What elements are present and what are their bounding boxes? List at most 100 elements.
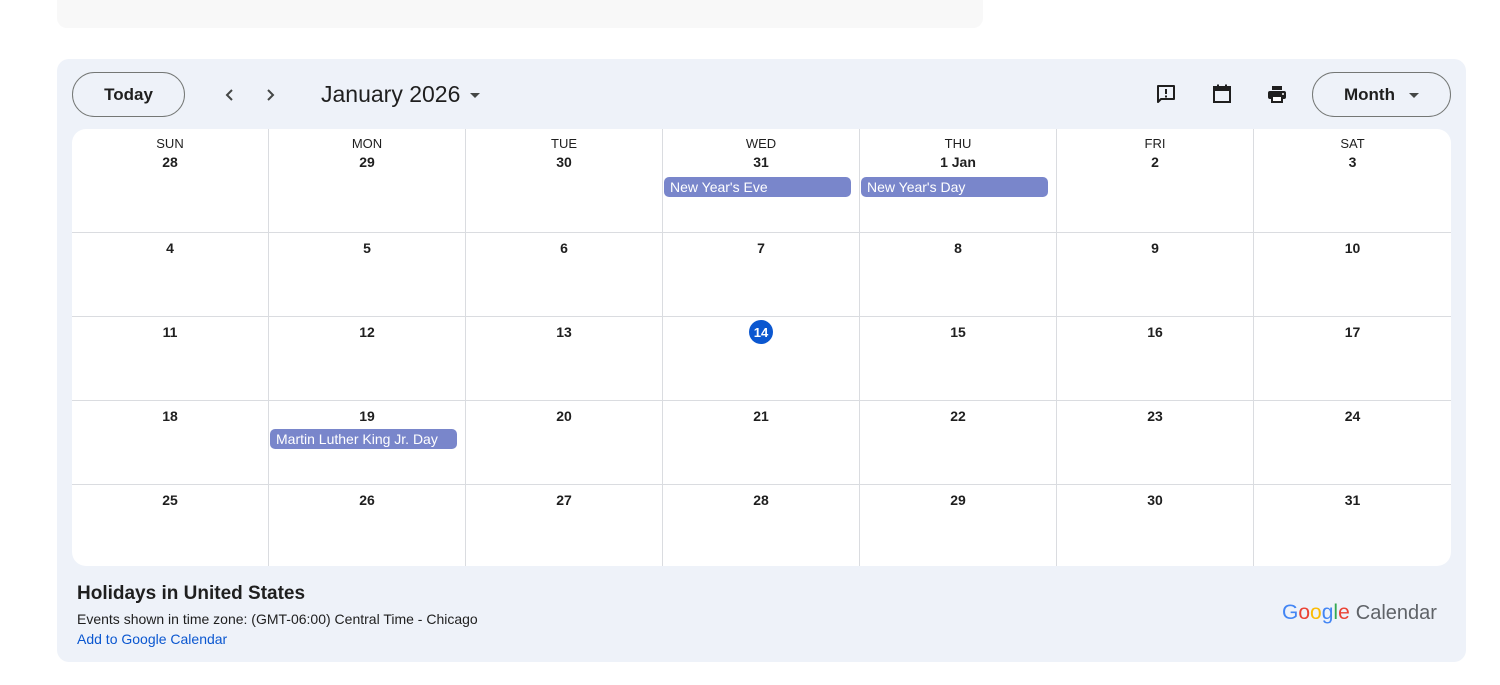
day-number: 5 bbox=[363, 240, 371, 256]
calendar-wordmark: Calendar bbox=[1355, 602, 1437, 624]
day-cell[interactable]: FRI 2 bbox=[1057, 129, 1254, 232]
weekday-label: THU bbox=[944, 136, 972, 151]
day-number: 24 bbox=[1344, 408, 1361, 424]
day-number: 13 bbox=[556, 324, 572, 340]
day-cell[interactable]: 13 bbox=[466, 317, 663, 400]
day-cell[interactable]: 21 bbox=[663, 401, 860, 484]
google-calendar-logo[interactable]: Google Calendar bbox=[1282, 601, 1437, 625]
day-cell[interactable]: 12 bbox=[269, 317, 466, 400]
timezone-text: Events shown in time zone: (GMT-06:00) C… bbox=[77, 611, 478, 627]
day-cell[interactable]: 26 bbox=[269, 485, 466, 566]
day-number: 7 bbox=[757, 240, 765, 256]
view-label: Month bbox=[1344, 84, 1395, 104]
week-row: 4 5 6 7 8 9 10 bbox=[72, 233, 1451, 317]
day-number: 3 bbox=[1348, 154, 1357, 170]
day-cell[interactable]: 4 bbox=[72, 233, 269, 316]
google-wordmark: Google bbox=[1282, 601, 1350, 624]
weekday-label: TUE bbox=[551, 136, 577, 151]
event-chip[interactable]: Martin Luther King Jr. Day bbox=[270, 429, 457, 449]
day-cell[interactable]: 20 bbox=[466, 401, 663, 484]
event-chip[interactable]: New Year's Eve bbox=[664, 177, 851, 197]
calendar-title: Holidays in United States bbox=[77, 583, 306, 604]
day-cell[interactable]: WED 31 New Year's Eve bbox=[663, 129, 860, 232]
day-number: 8 bbox=[954, 240, 962, 256]
day-number: 18 bbox=[162, 408, 178, 424]
feedback-icon[interactable] bbox=[1151, 79, 1181, 109]
day-cell[interactable]: 16 bbox=[1057, 317, 1254, 400]
day-number: 4 bbox=[166, 240, 174, 256]
day-number: 11 bbox=[162, 324, 178, 340]
view-selector-button[interactable]: Month bbox=[1312, 72, 1451, 117]
day-cell[interactable]: 19 Martin Luther King Jr. Day bbox=[269, 401, 466, 484]
caret-down-icon bbox=[470, 92, 481, 98]
month-title: January 2026 bbox=[321, 80, 461, 107]
day-number: 9 bbox=[1151, 240, 1159, 256]
weekday-label: SAT bbox=[1340, 136, 1365, 151]
weekday-label: FRI bbox=[1144, 136, 1166, 151]
day-cell[interactable]: 14 bbox=[663, 317, 860, 400]
day-number: 12 bbox=[359, 324, 375, 340]
week-row: 18 19 Martin Luther King Jr. Day 20 21 2… bbox=[72, 401, 1451, 485]
add-to-google-calendar-link[interactable]: Add to Google Calendar bbox=[77, 631, 227, 647]
day-number: 27 bbox=[556, 492, 572, 508]
chevron-left-icon[interactable] bbox=[214, 79, 246, 111]
weekday-label: WED bbox=[745, 136, 777, 151]
day-cell[interactable]: 29 bbox=[860, 485, 1057, 566]
day-number: 31 bbox=[753, 154, 769, 170]
day-number: 16 bbox=[1147, 324, 1163, 340]
event-chip[interactable]: New Year's Day bbox=[861, 177, 1048, 197]
day-cell[interactable]: 24 bbox=[1254, 401, 1451, 484]
today-button[interactable]: Today bbox=[72, 72, 185, 117]
day-number: 22 bbox=[950, 408, 966, 424]
day-cell[interactable]: TUE 30 bbox=[466, 129, 663, 232]
day-cell[interactable]: 8 bbox=[860, 233, 1057, 316]
day-cell[interactable]: 22 bbox=[860, 401, 1057, 484]
day-cell[interactable]: SAT 3 bbox=[1254, 129, 1451, 232]
day-number: 10 bbox=[1344, 240, 1361, 256]
day-number: 30 bbox=[1147, 492, 1163, 508]
day-cell[interactable]: THU 1 Jan New Year's Day bbox=[860, 129, 1057, 232]
day-number: 20 bbox=[556, 408, 572, 424]
day-number: 6 bbox=[560, 240, 568, 256]
day-cell[interactable]: 27 bbox=[466, 485, 663, 566]
top-strip bbox=[57, 0, 983, 28]
day-cell[interactable]: 5 bbox=[269, 233, 466, 316]
day-number: 2 bbox=[1151, 154, 1159, 170]
day-cell[interactable]: SUN 28 bbox=[72, 129, 269, 232]
day-cell[interactable]: 25 bbox=[72, 485, 269, 566]
month-selector[interactable]: January 2026 bbox=[321, 78, 481, 110]
day-cell[interactable]: 18 bbox=[72, 401, 269, 484]
day-cell[interactable]: 17 bbox=[1254, 317, 1451, 400]
day-number: 25 bbox=[162, 492, 178, 508]
day-number: 1 Jan bbox=[940, 154, 976, 170]
month-grid: SUN 28 MON 29 TUE 30 WED 31 New Year's Eve T… bbox=[72, 129, 1451, 566]
day-number: 23 bbox=[1147, 408, 1163, 424]
day-number: 28 bbox=[753, 492, 769, 508]
day-cell[interactable]: 7 bbox=[663, 233, 860, 316]
day-cell[interactable]: 28 bbox=[663, 485, 860, 566]
day-cell[interactable]: MON 29 bbox=[269, 129, 466, 232]
week-row: SUN 28 MON 29 TUE 30 WED 31 New Year's Eve T… bbox=[72, 129, 1451, 233]
weekday-label: MON bbox=[351, 136, 383, 151]
day-number: 29 bbox=[950, 492, 966, 508]
day-number: 31 bbox=[1344, 492, 1361, 508]
day-number: 28 bbox=[162, 154, 178, 170]
day-cell[interactable]: 11 bbox=[72, 317, 269, 400]
day-cell[interactable]: 6 bbox=[466, 233, 663, 316]
day-cell[interactable]: 31 bbox=[1254, 485, 1451, 566]
day-cell[interactable]: 9 bbox=[1057, 233, 1254, 316]
day-cell[interactable]: 23 bbox=[1057, 401, 1254, 484]
day-number: 30 bbox=[556, 154, 572, 170]
caret-down-icon bbox=[1408, 93, 1419, 98]
day-cell[interactable]: 15 bbox=[860, 317, 1057, 400]
day-number: 17 bbox=[1344, 324, 1361, 340]
day-number: 19 bbox=[359, 408, 375, 424]
calendar-icon[interactable] bbox=[1207, 79, 1237, 109]
day-number: 29 bbox=[359, 154, 375, 170]
day-cell[interactable]: 10 bbox=[1254, 233, 1451, 316]
day-cell[interactable]: 30 bbox=[1057, 485, 1254, 566]
print-icon[interactable] bbox=[1262, 79, 1292, 109]
chevron-right-icon[interactable] bbox=[254, 79, 286, 111]
day-number: 26 bbox=[359, 492, 375, 508]
calendar-embed: Today January 2026 Month SUN 28 MON 29 T… bbox=[57, 59, 1466, 662]
